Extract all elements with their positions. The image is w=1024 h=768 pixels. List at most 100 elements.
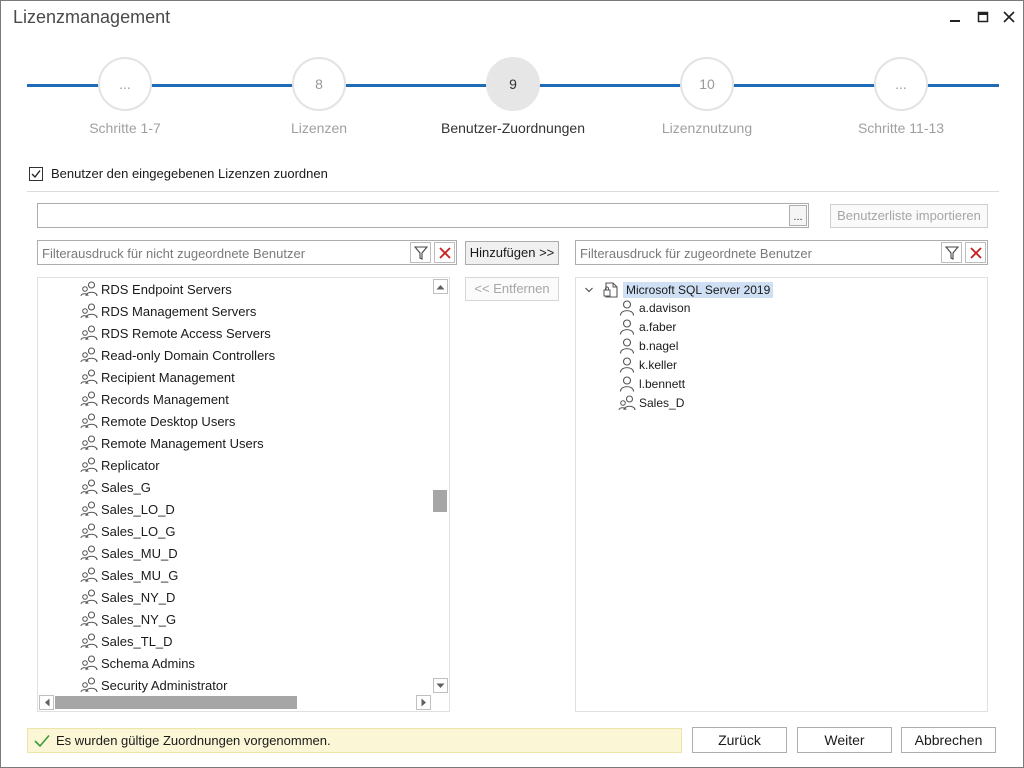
chevron-up-icon — [436, 284, 445, 289]
list-item[interactable]: Schema Admins — [80, 652, 195, 674]
list-item-label: Sales_LO_G — [101, 523, 176, 539]
list-item[interactable]: Sales_TL_D — [80, 630, 173, 652]
list-item[interactable]: RDS Endpoint Servers — [80, 278, 232, 300]
chevron-down-icon — [585, 287, 593, 293]
wizard-stepper: ... Schritte 1-7 8 Lizenzen 9 Benutzer-Z… — [27, 57, 999, 147]
clear-filter-icon — [438, 246, 451, 259]
list-item[interactable]: Records Management — [80, 388, 229, 410]
group-icon — [80, 544, 98, 562]
group-icon — [80, 566, 98, 584]
license-management-window: Lizenzmanagement ... Schritte 1-7 8 Lize… — [0, 0, 1024, 768]
list-item[interactable]: Recipient Management — [80, 366, 235, 388]
tree-node-label: a.faber — [639, 319, 677, 334]
list-item[interactable]: Sales_NY_G — [80, 608, 176, 630]
step-circle: 8 — [292, 57, 346, 111]
assigned-filter-input[interactable]: Filterausdruck für zugeordnete Benutzer — [575, 240, 988, 265]
step-label: Benutzer-Zuordnungen — [441, 120, 585, 136]
user-list-path-input[interactable]: ... — [37, 203, 809, 228]
step-circle: 10 — [680, 57, 734, 111]
apply-filter-button[interactable] — [941, 242, 962, 263]
tree-node-user[interactable]: l.bennett — [618, 374, 685, 393]
status-message: Es wurden gültige Zuordnungen vorgenomme… — [27, 728, 682, 753]
scroll-left-button[interactable] — [39, 695, 54, 710]
unassigned-filter-input[interactable]: Filterausdruck für nicht zugeordnete Ben… — [37, 240, 457, 265]
list-item[interactable]: Security Administrator — [80, 674, 227, 696]
clear-filter-button[interactable] — [965, 242, 986, 263]
close-button[interactable] — [997, 5, 1021, 29]
group-icon — [80, 676, 98, 694]
list-item-label: Replicator — [101, 457, 160, 473]
assigned-users-tree[interactable]: Microsoft SQL Server 2019 a.davison a.fa… — [575, 277, 988, 712]
tree-node-group[interactable]: Sales_D — [618, 393, 684, 412]
assign-users-option[interactable]: Benutzer den eingegebenen Lizenzen zuord… — [29, 166, 328, 181]
list-item-label: Sales_NY_D — [101, 589, 176, 605]
list-item[interactable]: Sales_MU_G — [80, 564, 178, 586]
tree-node-license[interactable]: Microsoft SQL Server 2019 — [584, 280, 774, 300]
next-button[interactable]: Weiter — [797, 727, 892, 753]
list-item-label: Sales_LO_D — [101, 501, 175, 517]
list-item-label: Records Management — [101, 391, 229, 407]
apply-filter-button[interactable] — [410, 242, 431, 263]
scroll-down-button[interactable] — [433, 678, 448, 693]
maximize-button[interactable] — [971, 5, 995, 29]
cancel-button[interactable]: Abbrechen — [901, 727, 996, 753]
list-item[interactable]: Replicator — [80, 454, 160, 476]
list-item-label: Sales_TL_D — [101, 633, 173, 649]
list-item[interactable]: Remote Desktop Users — [80, 410, 235, 432]
tree-node-label: Sales_D — [639, 395, 685, 410]
step-10[interactable]: 10 Lizenznutzung — [627, 57, 787, 136]
user-icon — [618, 356, 636, 374]
group-icon — [80, 434, 98, 452]
back-button[interactable]: Zurück — [692, 727, 787, 753]
list-item-label: Sales_MU_G — [101, 567, 179, 583]
assign-users-checkbox[interactable] — [29, 166, 43, 181]
vertical-scroll-thumb[interactable] — [433, 490, 447, 512]
list-item[interactable]: Sales_NY_D — [80, 586, 175, 608]
tree-node-user[interactable]: a.davison — [618, 298, 690, 317]
group-icon — [80, 654, 98, 672]
step-circle: 9 — [486, 57, 540, 111]
status-text: Es wurden gültige Zuordnungen vorgenomme… — [56, 733, 331, 748]
step-circle: ... — [874, 57, 928, 111]
vertical-scrollbar[interactable] — [432, 278, 449, 696]
list-item[interactable]: Read-only Domain Controllers — [80, 344, 275, 366]
group-icon — [80, 390, 98, 408]
list-item-label: RDS Management Servers — [101, 303, 257, 319]
step-11-13[interactable]: ... Schritte 11-13 — [821, 57, 981, 136]
list-item[interactable]: Remote Management Users — [80, 432, 264, 454]
add-button[interactable]: Hinzufügen >> — [465, 241, 559, 265]
import-user-list-button[interactable]: Benutzerliste importieren — [830, 204, 988, 228]
list-item-label: Remote Management Users — [101, 435, 264, 451]
minimize-icon — [950, 20, 960, 22]
tree-node-label: a.davison — [639, 300, 691, 315]
close-icon — [1003, 11, 1015, 23]
list-item[interactable]: RDS Remote Access Servers — [80, 322, 271, 344]
list-item-label: Schema Admins — [101, 655, 195, 671]
step-9[interactable]: 9 Benutzer-Zuordnungen — [433, 57, 593, 136]
step-1-7[interactable]: ... Schritte 1-7 — [45, 57, 205, 136]
group-icon — [80, 456, 98, 474]
horizontal-scrollbar[interactable] — [38, 694, 434, 711]
step-8[interactable]: 8 Lizenzen — [239, 57, 399, 136]
remove-button[interactable]: << Entfernen — [465, 277, 559, 301]
chevron-right-icon — [421, 698, 426, 707]
unassigned-users-list[interactable]: RDS Endpoint Servers RDS Management Serv… — [37, 277, 450, 712]
step-label: Lizenzen — [290, 120, 348, 136]
clear-filter-button[interactable] — [434, 242, 455, 263]
scroll-right-button[interactable] — [416, 695, 431, 710]
unassigned-filter-placeholder: Filterausdruck für nicht zugeordnete Ben… — [42, 246, 306, 261]
tree-node-user[interactable]: b.nagel — [618, 336, 678, 355]
filter-icon — [944, 245, 959, 260]
list-item[interactable]: Sales_LO_G — [80, 520, 175, 542]
tree-node-user[interactable]: k.keller — [618, 355, 677, 374]
scroll-up-button[interactable] — [433, 279, 448, 294]
list-item[interactable]: Sales_MU_D — [80, 542, 178, 564]
horizontal-scroll-thumb[interactable] — [55, 696, 297, 709]
list-item[interactable]: Sales_LO_D — [80, 498, 175, 520]
browse-button[interactable]: ... — [789, 205, 807, 226]
minimize-button[interactable] — [943, 5, 967, 29]
list-item[interactable]: RDS Management Servers — [80, 300, 256, 322]
tree-node-user[interactable]: a.faber — [618, 317, 676, 336]
list-item[interactable]: Sales_G — [80, 476, 151, 498]
group-icon — [80, 500, 98, 518]
